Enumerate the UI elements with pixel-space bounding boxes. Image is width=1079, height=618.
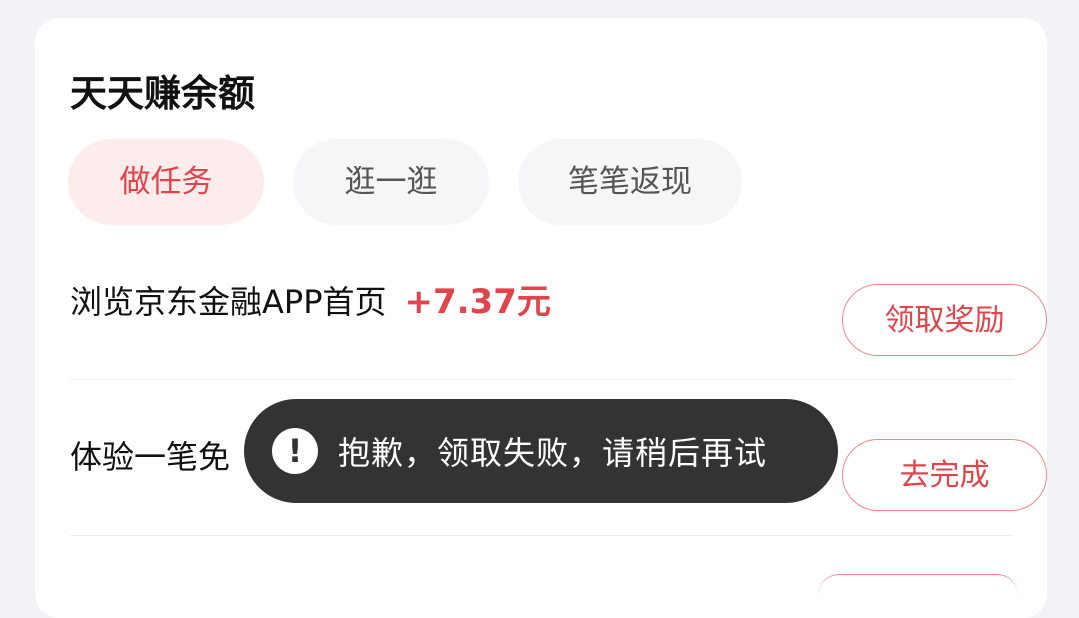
task-title: 体验一笔免 xyxy=(70,435,230,479)
next-task-button-partial[interactable] xyxy=(818,574,1018,595)
task-title-text: 浏览京东金融APP首页 xyxy=(70,283,387,321)
tab-browse[interactable]: 逛一逛 xyxy=(293,139,489,225)
toast-message: 抱歉，领取失败，请稍后再试 xyxy=(338,434,768,472)
task-reward: +7.37元 xyxy=(404,282,551,322)
claim-reward-button[interactable]: 领取奖励 xyxy=(842,284,1047,356)
section-title: 天天赚余额 xyxy=(70,72,255,115)
tab-cashback[interactable]: 笔笔返现 xyxy=(518,139,742,225)
earn-balance-card: 天天赚余额 做任务 逛一逛 笔笔返现 浏览京东金融APP首页 +7.37元 领取奖… xyxy=(35,18,1047,618)
error-toast: ! 抱歉，领取失败，请稍后再试 xyxy=(244,399,838,503)
exclamation-icon: ! xyxy=(272,428,318,474)
divider xyxy=(70,379,1013,380)
task-title-text: 体验一笔免 xyxy=(70,438,231,476)
task-title: 浏览京东金融APP首页 +7.37元 xyxy=(70,280,551,324)
divider xyxy=(70,535,1013,536)
tab-do-tasks[interactable]: 做任务 xyxy=(68,139,264,225)
task-row: 浏览京东金融APP首页 +7.37元 领取奖励 xyxy=(70,248,1047,378)
go-complete-button[interactable]: 去完成 xyxy=(842,439,1047,511)
